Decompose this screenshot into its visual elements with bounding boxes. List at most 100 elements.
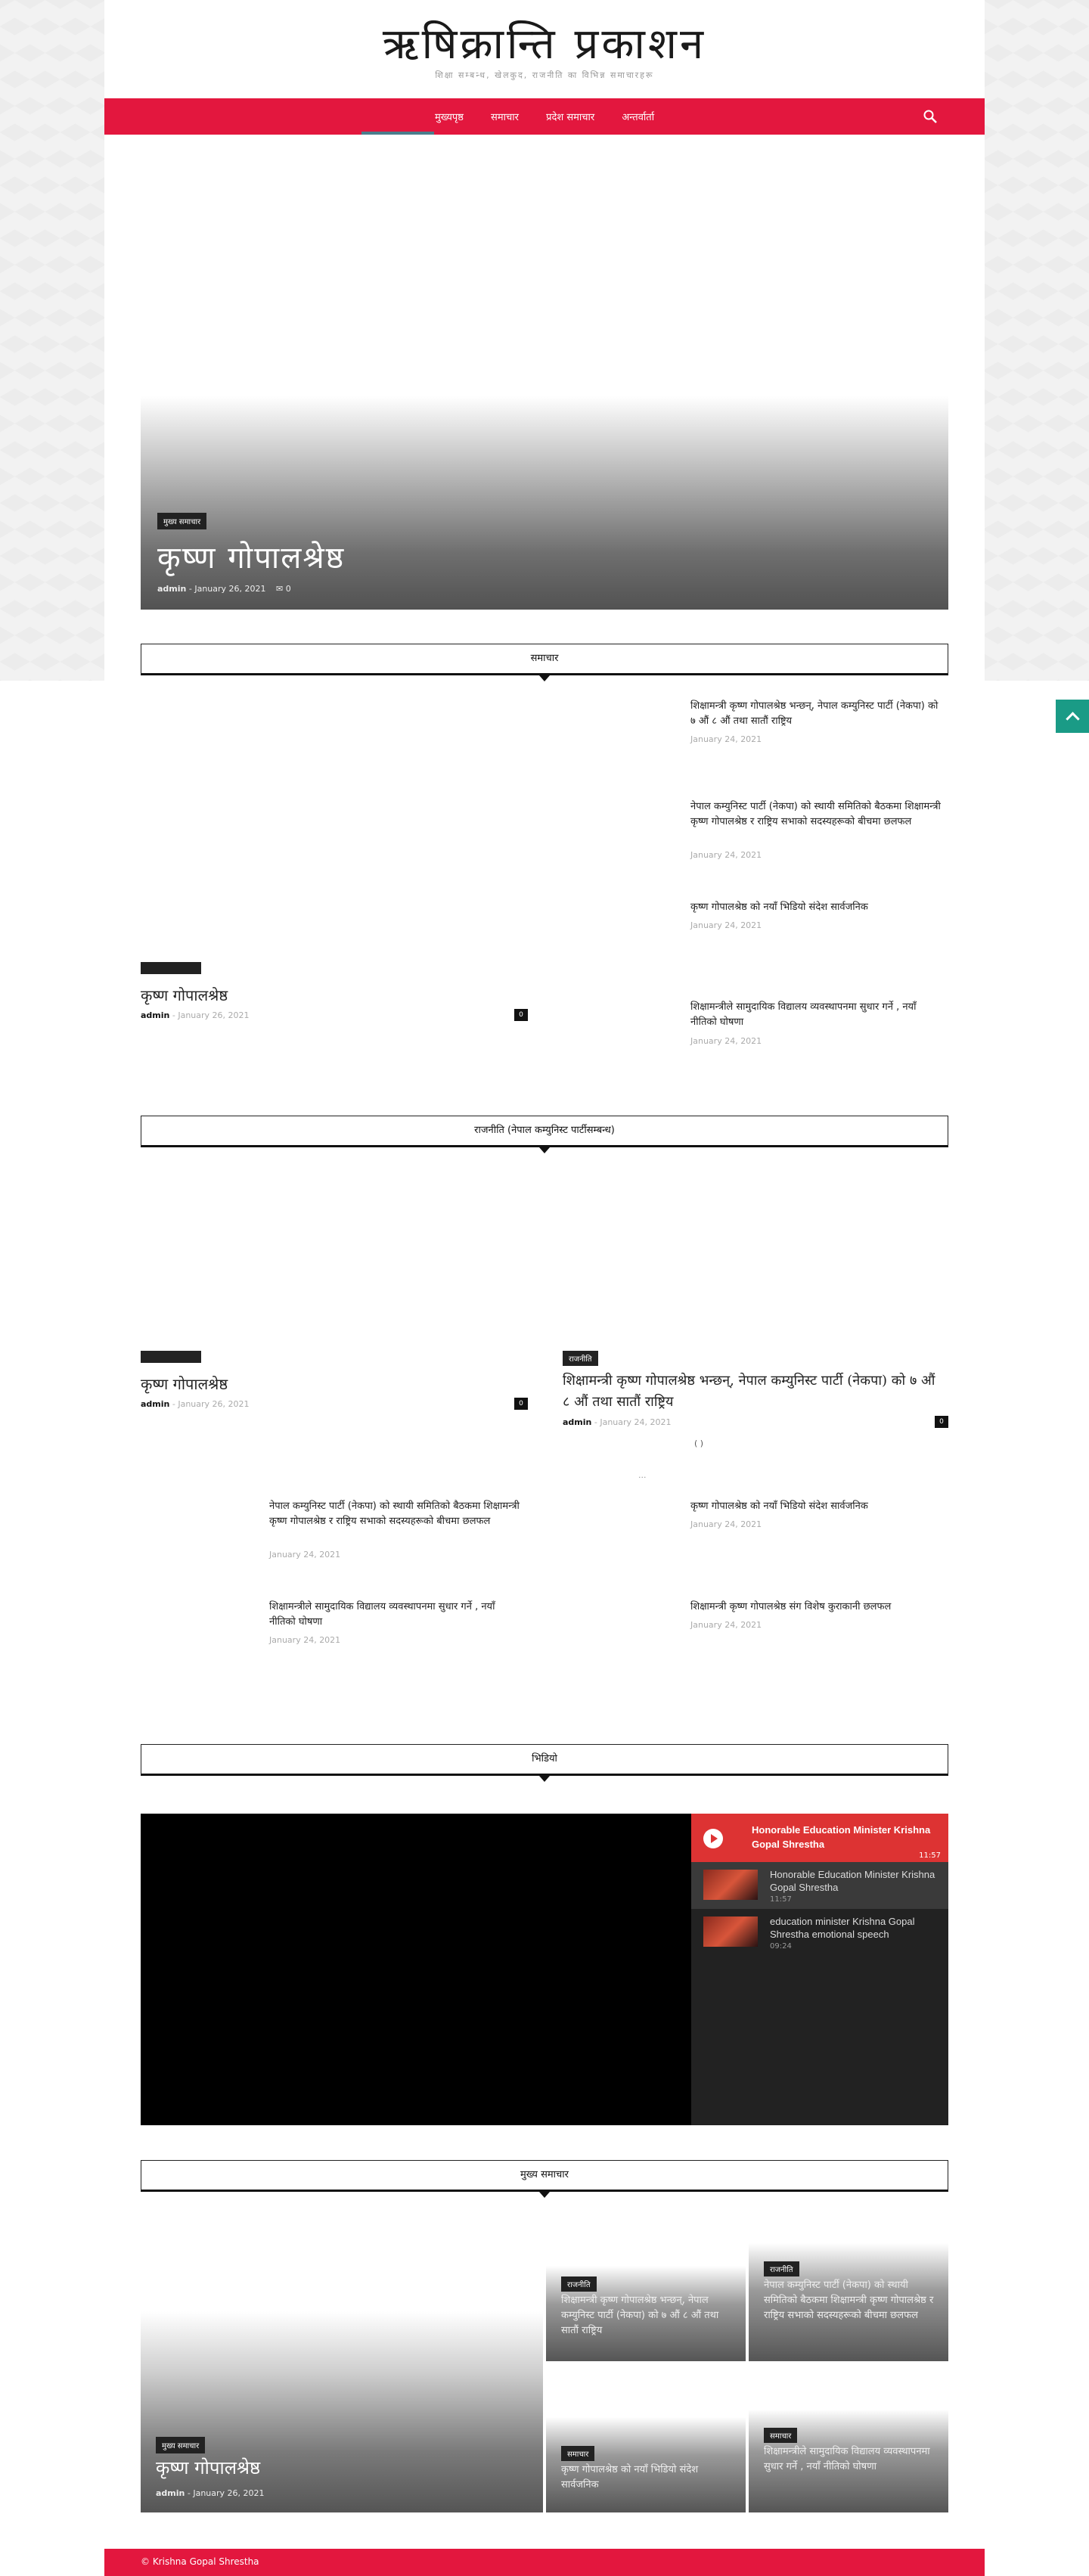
s4-tile-3-title[interactable]: कृष्ण गोपालश्रेष्ठ को नयाँ भिडियो संदेश … bbox=[561, 2463, 735, 2493]
s1-featured-comment-count[interactable]: 0 bbox=[514, 1009, 528, 1021]
search-icon[interactable] bbox=[923, 109, 938, 124]
s4-tile-1-category-tag[interactable]: राजनीति bbox=[561, 2277, 597, 2292]
scroll-to-top-button[interactable] bbox=[1056, 700, 1089, 733]
section-heading-main-news: मुख्य समाचार bbox=[141, 2160, 948, 2198]
s1-featured-meta: admin - January 26, 2021 bbox=[141, 1010, 250, 1020]
s1-list-item-1-date: January 24, 2021 bbox=[690, 734, 762, 744]
s4-tile-4-category-tag[interactable]: समाचार bbox=[764, 2428, 798, 2443]
s4-tile-1[interactable]: राजनीति शिक्षामन्त्री कृष्ण गोपालश्रेष्ठ… bbox=[546, 2213, 746, 2361]
s2-left-author[interactable]: admin bbox=[141, 1399, 169, 1409]
site-title[interactable]: ऋषिक्रान्ति प्रकाशन bbox=[104, 14, 985, 71]
section-heading-text[interactable]: मुख्य समाचार bbox=[520, 2169, 569, 2180]
playlist-item-duration: 09:24 bbox=[770, 1942, 792, 1951]
playlist-item-duration: 11:57 bbox=[770, 1895, 792, 1904]
video-playlist: Honorable Education Minister Krishna Gop… bbox=[691, 1814, 948, 2125]
s2-left-comment-count[interactable]: 0 bbox=[514, 1398, 528, 1410]
playlist-item-1[interactable]: Honorable Education Minister Krishna Gop… bbox=[691, 1862, 948, 1909]
s2-right-date: January 24, 2021 bbox=[600, 1417, 672, 1427]
section-heading-text[interactable]: राजनीति (नेपाल कम्युनिस्ट पार्टीसम्बन्ध) bbox=[474, 1125, 615, 1136]
site-tagline: शिक्षा सम्बन्ध, खेलकुद, राजनीति का विभिन… bbox=[435, 70, 654, 80]
s1-list-item-4-title[interactable]: शिक्षामन्त्रीले सामुदायिक विद्यालय व्यवस… bbox=[690, 1000, 944, 1030]
video-player[interactable]: Honorable Education Minister Krishna Gop… bbox=[141, 1814, 948, 2125]
page-container: ऋषिक्रान्ति प्रकाशन शिक्षा सम्बन्ध, खेलक… bbox=[104, 0, 985, 2576]
footer: © Krishna Gopal Shrestha bbox=[104, 2549, 985, 2576]
s2-list-item-3-date: January 24, 2021 bbox=[269, 1635, 341, 1645]
s2-list-item-1-title[interactable]: नेपाल कम्युनिस्ट पार्टी (नेकपा) को स्थाय… bbox=[269, 1499, 523, 1529]
s2-left-meta: admin - January 26, 2021 bbox=[141, 1399, 250, 1409]
heading-pointer bbox=[539, 1147, 550, 1153]
s4-tile-3[interactable]: समाचार कृष्ण गोपालश्रेष्ठ को नयाँ भिडियो… bbox=[546, 2364, 746, 2512]
s4-tile-1-title[interactable]: शिक्षामन्त्री कृष्ण गोपालश्रेष्ठ भन्छन्,… bbox=[561, 2293, 735, 2339]
tile-gradient bbox=[141, 2311, 543, 2512]
s4-big-category-tag[interactable]: मुख्य समाचार bbox=[156, 2437, 206, 2453]
s4-big-tile[interactable]: मुख्य समाचार कृष्ण गोपालश्रेष्ठ admin - … bbox=[141, 2213, 543, 2512]
s1-featured bbox=[141, 962, 201, 974]
hero-category-tag[interactable]: मुख्य समाचार bbox=[157, 513, 207, 529]
section-heading-news: समाचार bbox=[141, 644, 948, 681]
s2-list-item-4-date: January 24, 2021 bbox=[690, 1620, 762, 1630]
s4-big-date: January 26, 2021 bbox=[193, 2488, 265, 2498]
playlist-item-2[interactable]: education minister Krishna Gopal Shresth… bbox=[691, 1909, 948, 1956]
footer-copyright: © Krishna Gopal Shrestha bbox=[141, 2556, 259, 2567]
s1-list-item-3-date: January 24, 2021 bbox=[690, 920, 762, 930]
s4-tile-4-title[interactable]: शिक्षामन्त्रीले सामुदायिक विद्यालय व्यवस… bbox=[764, 2444, 938, 2475]
s2-list-item-2-date: January 24, 2021 bbox=[690, 1519, 762, 1529]
comment-icon: ✉ bbox=[276, 584, 284, 594]
heading-pointer bbox=[539, 2192, 550, 2198]
s4-tile-2-category-tag[interactable]: राजनीति bbox=[764, 2261, 799, 2277]
play-icon[interactable] bbox=[703, 1829, 723, 1848]
section-heading-video: भिडियो bbox=[141, 1744, 948, 1782]
main-nav: मुख्यपृष्ठ समाचार प्रदेश समाचार अन्तर्वा… bbox=[104, 98, 985, 135]
s2-right-comment-count[interactable]: 0 bbox=[935, 1416, 948, 1428]
s2-right-meta: admin - January 24, 2021 bbox=[563, 1417, 672, 1427]
s2-pager-dots: ... bbox=[638, 1470, 647, 1480]
hero-meta: admin - January 26, 2021 ✉ 0 bbox=[157, 584, 291, 594]
s4-big-title[interactable]: कृष्ण गोपालश्रेष्ठ bbox=[156, 2455, 260, 2480]
s1-featured-date: January 26, 2021 bbox=[178, 1010, 250, 1020]
nav-item-news[interactable]: समाचार bbox=[491, 112, 519, 123]
s1-featured-author[interactable]: admin bbox=[141, 1010, 169, 1020]
s1-list-item-4-date: January 24, 2021 bbox=[690, 1036, 762, 1046]
s4-tile-2-title[interactable]: नेपाल कम्युनिस्ट पार्टी (नेकपा) को स्थाय… bbox=[764, 2278, 938, 2323]
s4-big-author[interactable]: admin bbox=[156, 2488, 185, 2498]
s2-pager[interactable]: ( ) bbox=[694, 1439, 703, 1448]
hero-author[interactable]: admin bbox=[157, 584, 186, 594]
s4-big-meta: admin - January 26, 2021 bbox=[156, 2488, 265, 2498]
s2-right-title[interactable]: शिक्षामन्त्री कृष्ण गोपालश्रेष्ठ भन्छन्,… bbox=[563, 1370, 941, 1413]
s4-tile-2[interactable]: राजनीति नेपाल कम्युनिस्ट पार्टी (नेकपा) … bbox=[749, 2213, 948, 2361]
s2-list-item-4-title[interactable]: शिक्षामन्त्री कृष्ण गोपालश्रेष्ठ संग विश… bbox=[690, 1600, 944, 1615]
s2-right-category-tag[interactable]: राजनीति bbox=[563, 1351, 598, 1366]
s2-right-author[interactable]: admin bbox=[563, 1417, 591, 1427]
s1-list-item-1-title[interactable]: शिक्षामन्त्री कृष्ण गोपालश्रेष्ठ भन्छन्,… bbox=[690, 699, 944, 729]
heading-pointer bbox=[539, 1776, 550, 1782]
hero-featured-post[interactable]: मुख्य समाचार कृष्ण गोपालश्रेष्ठ admin - … bbox=[141, 135, 948, 610]
section-heading-text[interactable]: भिडियो bbox=[532, 1753, 557, 1764]
section-heading-text[interactable]: समाचार bbox=[531, 653, 559, 664]
video-thumbnail bbox=[703, 1870, 758, 1900]
section-heading-politics: राजनीति (नेपाल कम्युनिस्ट पार्टीसम्बन्ध) bbox=[141, 1116, 948, 1153]
video-thumbnail bbox=[703, 1916, 758, 1947]
hero-comment-count[interactable]: 0 bbox=[286, 584, 291, 594]
s1-featured-title[interactable]: कृष्ण गोपालश्रेष्ठ bbox=[141, 985, 228, 1005]
nav-menu: मुख्यपृष्ठ समाचार प्रदेश समाचार अन्तर्वा… bbox=[104, 110, 985, 123]
s1-featured-category-tag[interactable] bbox=[141, 962, 201, 974]
s2-list-item-3-title[interactable]: शिक्षामन्त्रीले सामुदायिक विद्यालय व्यवस… bbox=[269, 1600, 523, 1630]
hero-date: January 26, 2021 bbox=[194, 584, 266, 594]
video-now-playing[interactable]: Honorable Education Minister Krishna Gop… bbox=[691, 1814, 948, 1862]
s1-list-item-3-title[interactable]: कृष्ण गोपालश्रेष्ठ को नयाँ भिडियो संदेश … bbox=[690, 900, 944, 915]
nav-item-home[interactable]: मुख्यपृष्ठ bbox=[435, 112, 464, 123]
hero-title[interactable]: कृष्ण गोपालश्रेष्ठ bbox=[157, 535, 345, 577]
s2-left-title[interactable]: कृष्ण गोपालश्रेष्ठ bbox=[141, 1373, 228, 1394]
playlist-item-title: education minister Krishna Gopal Shresth… bbox=[770, 1916, 915, 1940]
playlist-item-title: Honorable Education Minister Krishna Gop… bbox=[770, 1869, 935, 1893]
s2-list-item-2-title[interactable]: कृष्ण गोपालश्रेष्ठ को नयाँ भिडियो संदेश … bbox=[690, 1499, 944, 1514]
s4-tile-4[interactable]: समाचार शिक्षामन्त्रीले सामुदायिक विद्याल… bbox=[749, 2364, 948, 2512]
nav-item-province-news[interactable]: प्रदेश समाचार bbox=[546, 112, 594, 123]
s1-list-item-2-title[interactable]: नेपाल कम्युनिस्ट पार्टी (नेकपा) को स्थाय… bbox=[690, 799, 944, 830]
nav-item-interview[interactable]: अन्तर्वार्ता bbox=[622, 112, 654, 123]
now-playing-title: Honorable Education Minister Krishna Gop… bbox=[752, 1824, 931, 1850]
s4-tile-3-category-tag[interactable]: समाचार bbox=[561, 2446, 595, 2461]
now-playing-duration: 11:57 bbox=[919, 1851, 941, 1860]
s2-left-category-tag[interactable] bbox=[141, 1351, 201, 1363]
heading-pointer bbox=[539, 675, 550, 681]
